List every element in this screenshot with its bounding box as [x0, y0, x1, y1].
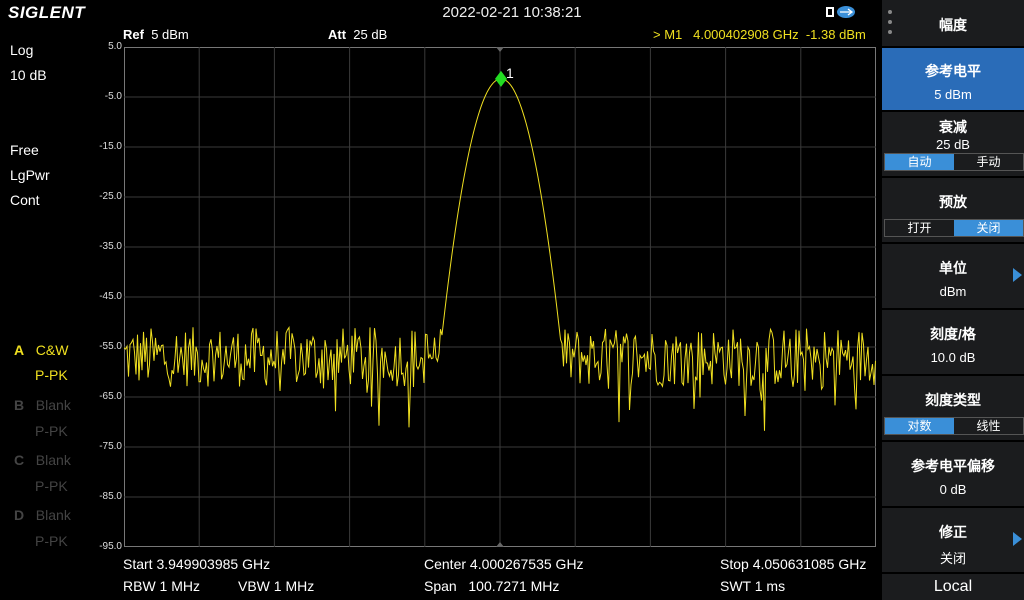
preamp-off-option[interactable]: 关闭 — [954, 220, 1023, 236]
spectrum-plot[interactable]: 1 — [124, 47, 876, 547]
trace-mode: Blank — [35, 507, 71, 523]
trace-a-row[interactable]: A C&W — [14, 342, 68, 358]
softkey-label: 单位 — [939, 260, 967, 276]
y-tick-label: -75.0 — [99, 441, 122, 452]
marker-1-label: 1 — [506, 65, 514, 81]
trace-mode: Blank — [35, 397, 71, 413]
stop-freq: Stop 4.050631085 GHz — [720, 556, 867, 572]
trigger-label: Free — [10, 142, 39, 158]
atten-mode-toggle[interactable]: 自动 手动 — [884, 153, 1024, 171]
softkey-ref-level[interactable]: 参考电平 5 dBm — [882, 48, 1024, 111]
trace-c-row[interactable]: C Blank — [14, 452, 71, 468]
trace-b-det: P-PK — [35, 423, 68, 439]
trace-letter: C — [14, 452, 25, 468]
y-tick-label: -85.0 — [99, 491, 122, 502]
usb-icon — [826, 6, 855, 18]
trace-a-det: P-PK — [35, 367, 68, 383]
softkey-label: 参考电平偏移 — [911, 458, 995, 474]
date-time: 2022-02-21 10:38:21 — [442, 4, 582, 21]
span-readout: Span 100.7271 MHz — [424, 578, 560, 594]
attenuation-readout: Att 25 dB — [328, 27, 387, 42]
att-value: 25 dB — [353, 27, 388, 42]
softkey-preamp[interactable]: 预放 打开 关闭 — [882, 178, 1024, 243]
softkey-value: 0 dB — [939, 482, 967, 497]
softkey-value: dBm — [939, 284, 967, 299]
y-tick-label: -55.0 — [99, 341, 122, 352]
ref-value: 5 dBm — [151, 27, 189, 42]
y-tick-label: -45.0 — [99, 291, 122, 302]
preamp-toggle[interactable]: 打开 关闭 — [884, 219, 1024, 237]
vbw-readout: VBW 1 MHz — [238, 578, 315, 594]
menu-title-label: 幅度 — [939, 17, 967, 33]
y-tick-label: -35.0 — [99, 241, 122, 252]
sweep-time-readout: SWT 1 ms — [720, 578, 786, 594]
y-tick-label: -5.0 — [104, 91, 122, 102]
trace-mode: C&W — [35, 342, 69, 358]
submenu-arrow-icon — [1013, 532, 1022, 546]
trace-b-row[interactable]: B Blank — [14, 397, 71, 413]
start-freq: Start 3.949903985 GHz — [123, 556, 271, 572]
detector-label: LgPwr — [10, 167, 50, 183]
ref-label: Ref — [123, 27, 144, 42]
softkey-scale-type[interactable]: 刻度类型 对数 线性 — [882, 376, 1024, 441]
scale-linear-option[interactable]: 线性 — [954, 418, 1023, 434]
softkey-scale-div[interactable]: 刻度/格 10.0 dB — [882, 310, 1024, 375]
softkey-ref-offset[interactable]: 参考电平偏移 0 dB — [882, 442, 1024, 507]
sweep-mode-label: Cont — [10, 192, 40, 208]
softkey-label: 参考电平 — [925, 63, 981, 79]
scale-type-label: Log — [10, 42, 34, 58]
y-tick-label: -25.0 — [99, 191, 122, 202]
atten-auto-option[interactable]: 自动 — [885, 154, 954, 170]
softkey-value: 关闭 — [939, 551, 966, 566]
trace-d-row[interactable]: D Blank — [14, 507, 71, 523]
y-tick-label: 5.0 — [108, 41, 122, 52]
scale-type-toggle[interactable]: 对数 线性 — [884, 417, 1024, 435]
local-status: Local — [882, 574, 1024, 600]
softkey-label: 刻度/格 — [930, 326, 976, 342]
ref-level-readout: Ref 5 dBm — [123, 27, 189, 42]
trace-letter: D — [14, 507, 25, 523]
softkey-value: 25 dB — [936, 137, 970, 152]
softkey-label: 预放 — [939, 194, 967, 210]
scale-log-option[interactable]: 对数 — [885, 418, 954, 434]
center-bottom-indicator — [496, 542, 504, 547]
softkey-unit[interactable]: 单位 dBm — [882, 244, 1024, 309]
softkey-value: 10.0 dB — [930, 350, 976, 365]
preamp-on-option[interactable]: 打开 — [885, 220, 954, 236]
menu-dot-icon — [888, 10, 892, 14]
trace-mode: Blank — [35, 452, 71, 468]
menu-title: 幅度 — [882, 0, 1024, 47]
y-tick-label: -65.0 — [99, 391, 122, 402]
trace-letter: A — [14, 342, 25, 358]
trace-letter: B — [14, 397, 25, 413]
softkey-value: 5 dBm — [934, 87, 972, 102]
trace-d-det: P-PK — [35, 533, 68, 549]
marker-readout: > M1 4.000402908 GHz -1.38 dBm — [653, 27, 866, 42]
rbw-readout: RBW 1 MHz — [123, 578, 200, 594]
softkey-panel: 幅度 参考电平 5 dBm 衰减 25 dB 自动 手动 预放 打开 关闭 单位… — [882, 0, 1024, 600]
softkey-label: 修正 — [939, 524, 967, 540]
center-freq: Center 4.000267535 GHz — [424, 556, 584, 572]
scale-div-label: 10 dB — [10, 67, 47, 83]
atten-manual-option[interactable]: 手动 — [954, 154, 1023, 170]
softkey-correction[interactable]: 修正 关闭 — [882, 508, 1024, 573]
y-tick-label: -15.0 — [99, 141, 122, 152]
softkey-attenuation[interactable]: 衰减 25 dB 自动 手动 — [882, 112, 1024, 177]
softkey-label: 刻度类型 — [925, 392, 981, 408]
center-top-indicator — [496, 47, 504, 52]
softkey-label: 衰减 — [939, 119, 967, 135]
submenu-arrow-icon — [1013, 268, 1022, 282]
att-label: Att — [328, 27, 347, 42]
trace-c-det: P-PK — [35, 478, 68, 494]
y-tick-label: -95.0 — [99, 541, 122, 552]
plot-grid — [124, 47, 876, 547]
